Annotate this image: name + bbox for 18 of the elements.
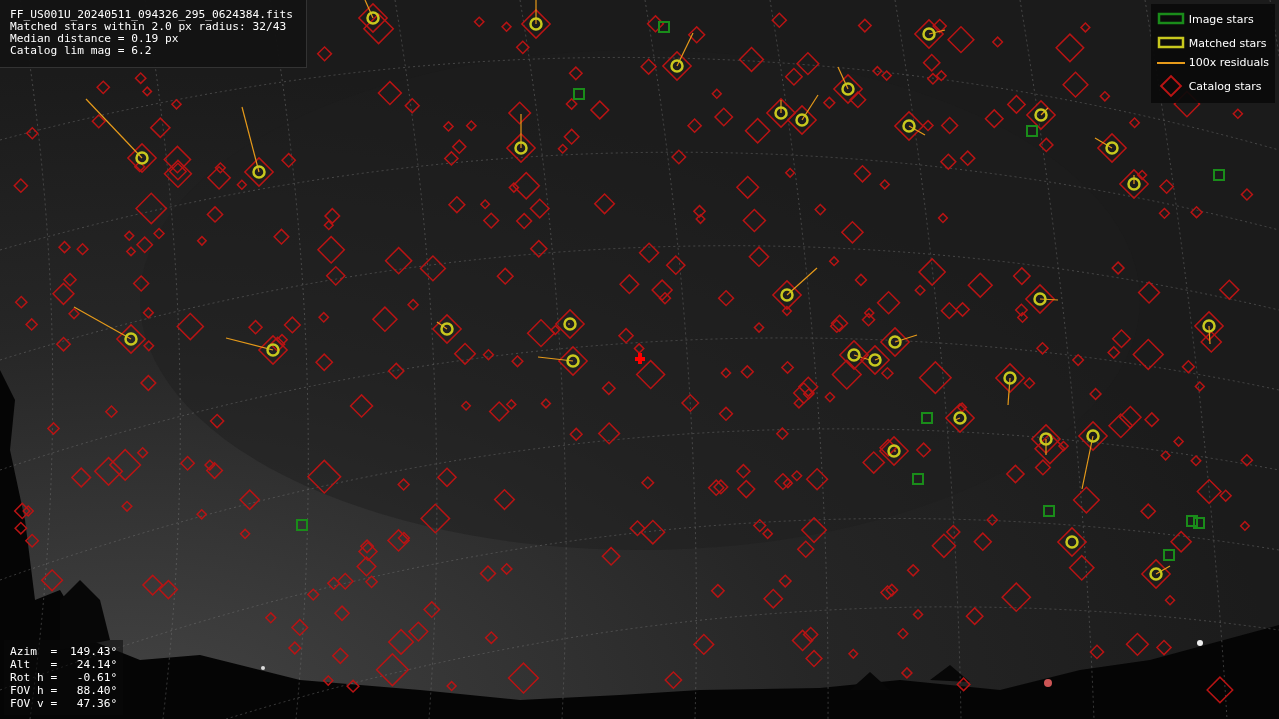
parameter-label: FOV v = (10, 697, 58, 710)
parameter-value: 24.14° (75, 658, 118, 671)
parameter-value: 88.40° (75, 684, 118, 697)
legend-label: Catalog stars (1188, 79, 1263, 93)
stats-text: Catalog lim mag = 6.2 (10, 45, 152, 57)
parameter-value: -0.61° (75, 671, 118, 684)
legend-label: Image stars (1188, 12, 1255, 26)
parameter-value: 149.43° (69, 645, 118, 658)
parameter-label: Alt = (10, 658, 58, 671)
legend-label: Matched stars (1188, 36, 1268, 50)
parameter-label: FOV h = (10, 684, 58, 697)
parameter-value: 47.36° (75, 697, 118, 710)
stats-text: Matched stars within 2.0 px radius: 32/43 (10, 21, 287, 33)
stats-text: Median distance = 0.19 px (10, 33, 179, 45)
file-name-text: FF_US001U_20240511_094326_295_0624384.fits (10, 9, 293, 21)
parameter-label: Azim = (10, 645, 58, 658)
parameter-label: Rot h = (10, 671, 58, 684)
legend-label: 100x residuals (1188, 56, 1269, 69)
